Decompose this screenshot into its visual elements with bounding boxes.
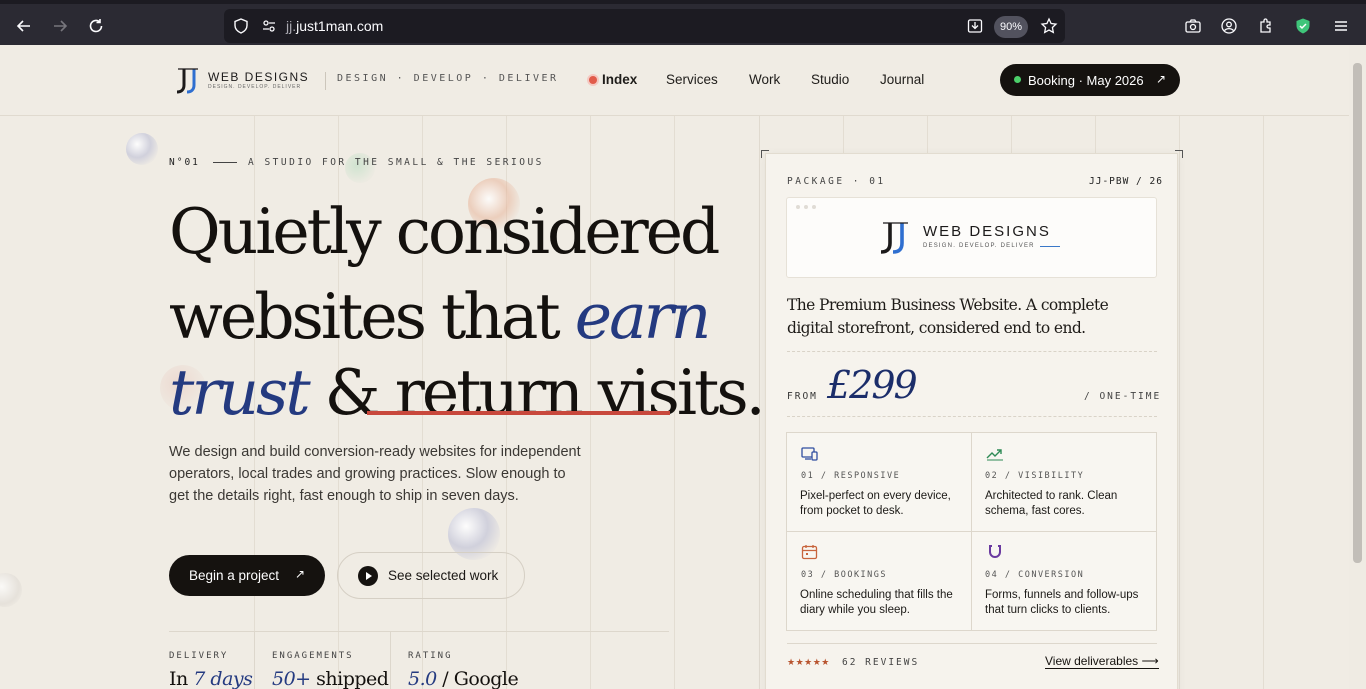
window-dot-icon — [804, 205, 808, 209]
stat-label-rating: RATING — [408, 651, 453, 661]
forward-icon[interactable] — [47, 13, 73, 39]
play-icon — [358, 566, 378, 586]
bookmark-star-icon[interactable] — [1036, 13, 1062, 39]
arrow-up-right-icon: ↗ — [1155, 72, 1166, 86]
stat-value-delivery: In 7 days — [169, 668, 253, 689]
feature-label-visibility: 02 / VISIBILITY — [985, 471, 1085, 481]
feature-grid: 01 / RESPONSIVE Pixel-perfect on every d… — [786, 432, 1157, 631]
stats-separator — [254, 632, 255, 689]
calendar-icon — [801, 544, 819, 560]
magnet-icon — [986, 544, 1004, 560]
hero-description: We design and build conversion-ready web… — [169, 444, 581, 504]
card-divider — [787, 351, 1157, 352]
logo-wordmark[interactable]: WEB DESIGNS — [208, 70, 309, 84]
reviews-count: 62 REVIEWS — [842, 657, 920, 668]
hero-heading-line-1: Quietly considered — [169, 195, 720, 268]
price-from-label: FROM — [787, 391, 818, 402]
begin-project-label: Begin a project — [189, 568, 280, 583]
devices-icon — [801, 446, 819, 462]
rating-stars-icon: ★★★★★ — [787, 657, 830, 667]
booking-button[interactable]: Booking · May 2026 ↗ — [1000, 64, 1180, 96]
nav-item-index[interactable]: Index — [602, 72, 637, 87]
feature-label-bookings: 03 / BOOKINGS — [801, 570, 888, 580]
hero-heading-line-2: websites that earn — [169, 280, 711, 353]
see-work-label: See selected work — [388, 568, 499, 583]
site-header: WEB DESIGNS DESIGN. DEVELOP. DELIVER DES… — [0, 45, 1349, 116]
reload-icon[interactable] — [83, 13, 109, 39]
window-dot-icon — [796, 205, 800, 209]
hero-eyebrow: A STUDIO FOR THE SMALL & THE SERIOUS — [248, 157, 544, 168]
feature-label-conversion: 04 / CONVERSION — [985, 570, 1085, 580]
package-logo-tagline: DESIGN. DEVELOP. DELIVER — [923, 243, 1035, 249]
shield-extension-icon[interactable] — [1290, 13, 1316, 39]
availability-dot-icon — [1014, 76, 1021, 83]
begin-project-button[interactable]: Begin a project ↗ — [169, 555, 325, 596]
package-label: PACKAGE · 01 — [787, 176, 886, 187]
feature-text-visibility: Architected to rank. Clean schema, fast … — [985, 490, 1118, 517]
site-settings-icon[interactable] — [256, 13, 282, 39]
header-divider — [325, 72, 326, 90]
window-dot-icon — [812, 205, 816, 209]
nav-item-services[interactable]: Services — [666, 72, 718, 87]
header-tagline: DESIGN · DEVELOP · DELIVER — [337, 73, 559, 84]
card-divider — [787, 416, 1157, 417]
package-logo-wordmark: WEB DESIGNS — [923, 223, 1051, 240]
page-scrollbar[interactable] — [1349, 45, 1366, 689]
nav-item-journal[interactable]: Journal — [880, 72, 924, 87]
see-work-button[interactable]: See selected work — [337, 552, 525, 599]
scrollbar-thumb[interactable] — [1353, 63, 1362, 563]
price-frequency: / ONE-TIME — [1084, 391, 1162, 402]
decor-bubble — [0, 573, 22, 607]
nav-item-work[interactable]: Work — [749, 72, 780, 87]
stat-value-rating: 5.0 / Google — [408, 668, 519, 689]
url-text[interactable]: jj.just1man.com — [286, 18, 383, 34]
feature-text-bookings: Online scheduling that fills the diary w… — [800, 589, 953, 616]
package-description: The Premium Business Website. A complete… — [787, 296, 1109, 337]
package-price: £299 — [827, 363, 918, 407]
logo-accent-rule — [1040, 246, 1060, 247]
menu-icon[interactable] — [1328, 13, 1354, 39]
feature-text-conversion: Forms, funnels and follow-ups that turn … — [985, 589, 1139, 616]
web-page: WEB DESIGNS DESIGN. DEVELOP. DELIVER DES… — [0, 45, 1349, 689]
nav-item-studio[interactable]: Studio — [811, 72, 849, 87]
stat-label-delivery: DELIVERY — [169, 651, 229, 661]
feature-grid-divider — [787, 531, 1156, 532]
stats-divider — [169, 631, 669, 632]
download-page-icon[interactable] — [962, 13, 988, 39]
stats-separator — [390, 632, 391, 689]
heading-underline — [367, 411, 670, 415]
jj-logo-icon — [874, 220, 918, 256]
stat-label-engagements: ENGAGEMENTS — [272, 651, 354, 661]
shield-icon[interactable] — [228, 13, 254, 39]
jj-logo-icon[interactable] — [172, 67, 206, 95]
card-divider — [787, 643, 1157, 644]
package-logo-preview: WEB DESIGNS DESIGN. DEVELOP. DELIVER — [786, 197, 1157, 278]
stat-value-engagements: 50+ shipped — [272, 668, 389, 689]
zoom-level[interactable]: 90% — [994, 16, 1028, 38]
trend-up-icon — [986, 446, 1004, 462]
arrow-up-right-icon: ↗ — [294, 567, 305, 581]
active-nav-dot-icon — [589, 76, 597, 84]
feature-text-responsive: Pixel-perfect on every device, from pock… — [800, 490, 951, 517]
logo-tagline: DESIGN. DEVELOP. DELIVER — [208, 84, 302, 90]
eyebrow-rule — [213, 162, 237, 163]
screenshot-icon[interactable] — [1180, 13, 1206, 39]
account-icon[interactable] — [1216, 13, 1242, 39]
feature-label-responsive: 01 / RESPONSIVE — [801, 471, 901, 481]
extensions-icon[interactable] — [1253, 13, 1279, 39]
view-deliverables-link[interactable]: View deliverables ⟶ — [1045, 654, 1159, 669]
browser-toolbar: jj.just1man.com 90% — [0, 0, 1366, 45]
back-icon[interactable] — [11, 13, 37, 39]
decor-bubble — [126, 133, 158, 165]
package-code: JJ-PBW / 26 — [1089, 176, 1163, 187]
address-bar[interactable]: jj.just1man.com 90% — [224, 9, 1065, 43]
section-number: N°01 — [169, 157, 200, 168]
booking-label: Booking · May 2026 — [1028, 72, 1144, 88]
